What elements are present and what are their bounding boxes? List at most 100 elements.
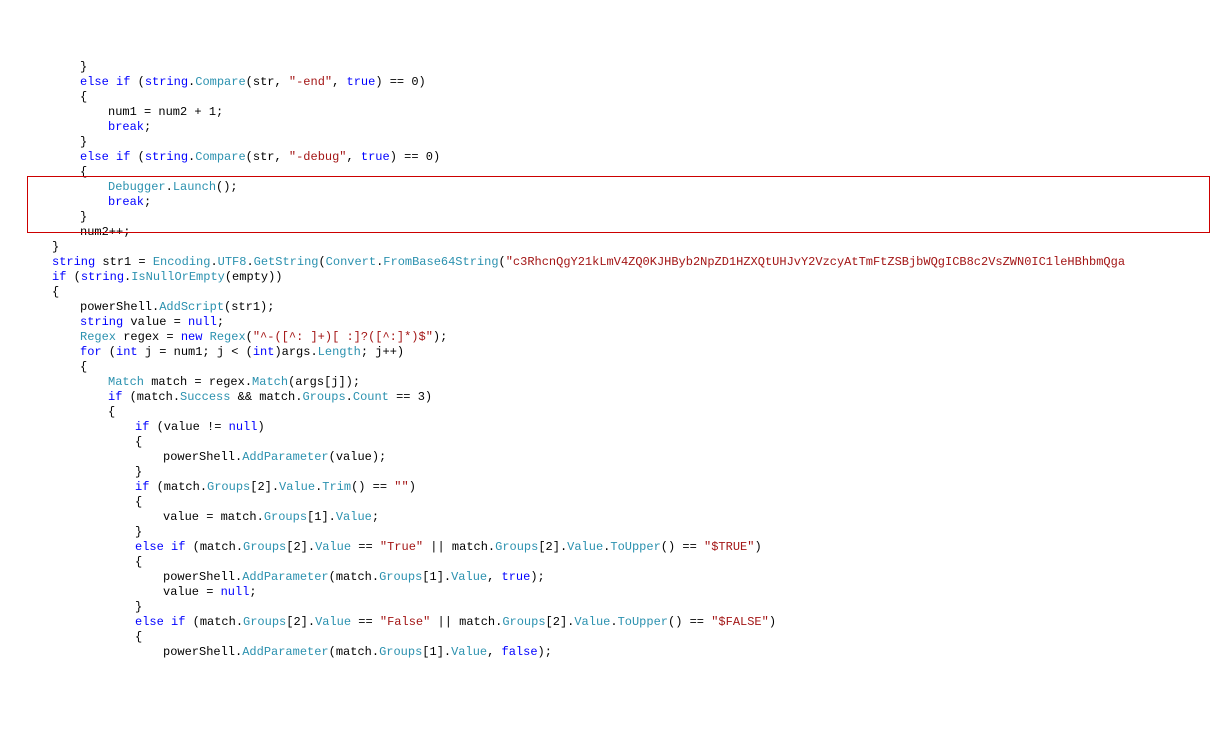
code-token: for xyxy=(80,345,102,359)
code-token: Compare xyxy=(195,150,245,164)
code-line: { xyxy=(0,90,1211,105)
code-token: (str, xyxy=(246,150,289,164)
code-token: == xyxy=(351,615,380,629)
code-line: powerShell.AddParameter(value); xyxy=(0,450,1211,465)
code-token: Launch xyxy=(173,180,216,194)
code-token: Groups xyxy=(302,390,345,404)
code-line: } xyxy=(0,465,1211,480)
code-line: string value = null; xyxy=(0,315,1211,330)
code-token: Value xyxy=(315,540,351,554)
code-line: else if (match.Groups[2].Value == "False… xyxy=(0,615,1211,630)
code-line: value = null; xyxy=(0,585,1211,600)
code-token: { xyxy=(80,90,87,104)
code-token: 0 xyxy=(411,75,418,89)
code-token: } xyxy=(135,525,142,539)
code-token: ) xyxy=(433,150,440,164)
code-line: Regex regex = new Regex("^-([^: ]+)[ :]?… xyxy=(0,330,1211,345)
code-token: else if xyxy=(135,615,185,629)
code-token: . xyxy=(246,255,253,269)
code-line: for (int j = num1; j < (int)args.Length;… xyxy=(0,345,1211,360)
code-token: { xyxy=(80,360,87,374)
code-token: } xyxy=(52,240,59,254)
code-token: Count xyxy=(353,390,389,404)
code-token: . xyxy=(210,255,217,269)
code-token: true xyxy=(502,570,531,584)
code-line: } xyxy=(0,135,1211,150)
code-line: } xyxy=(0,210,1211,225)
code-token: ) xyxy=(419,75,426,89)
code-token: value = xyxy=(123,315,188,329)
code-token: Value xyxy=(336,510,372,524)
code-token: ( xyxy=(130,75,144,89)
code-line: break; xyxy=(0,120,1211,135)
code-token: Success xyxy=(180,390,230,404)
code-token: Convert xyxy=(326,255,376,269)
code-token: num2++; xyxy=(80,225,130,239)
code-token: () == xyxy=(661,540,704,554)
code-token: Regex xyxy=(210,330,246,344)
code-line: powerShell.AddParameter(match.Groups[1].… xyxy=(0,645,1211,660)
code-token: powerShell. xyxy=(163,450,242,464)
code-token: AddParameter xyxy=(242,570,328,584)
code-view: }else if (string.Compare(str, "-end", tr… xyxy=(0,60,1211,660)
code-token: (empty)) xyxy=(225,270,283,284)
code-line: break; xyxy=(0,195,1211,210)
code-token: j = num1; j < ( xyxy=(138,345,253,359)
code-token: "-debug" xyxy=(289,150,347,164)
code-token: { xyxy=(135,495,142,509)
code-token: ]. xyxy=(553,540,567,554)
code-token: 2 xyxy=(293,540,300,554)
code-token: "" xyxy=(394,480,408,494)
code-token: ]. xyxy=(301,615,315,629)
code-token: Groups xyxy=(379,570,422,584)
code-token: null xyxy=(188,315,217,329)
code-token: ]. xyxy=(437,570,451,584)
code-token: ; xyxy=(249,585,256,599)
code-token: value = xyxy=(163,585,221,599)
code-token: num1 = num2 + xyxy=(108,105,209,119)
code-token: || match. xyxy=(430,615,502,629)
code-line: { xyxy=(0,165,1211,180)
code-token: Trim xyxy=(322,480,351,494)
code-token: int xyxy=(253,345,275,359)
code-line: powerShell.AddScript(str1); xyxy=(0,300,1211,315)
code-token: (value != xyxy=(149,420,228,434)
code-token: break xyxy=(108,120,144,134)
code-token: "$TRUE" xyxy=(704,540,754,554)
code-token: ; xyxy=(216,105,223,119)
code-line: else if (match.Groups[2].Value == "True"… xyxy=(0,540,1211,555)
code-token: . xyxy=(166,180,173,194)
code-line: { xyxy=(0,285,1211,300)
code-token: ; xyxy=(144,120,151,134)
code-token: true xyxy=(361,150,390,164)
code-token: match = regex. xyxy=(144,375,252,389)
code-token: 1 xyxy=(209,105,216,119)
code-token: ) xyxy=(754,540,761,554)
code-token: true xyxy=(347,75,376,89)
code-token: Value xyxy=(279,480,315,494)
code-token: } xyxy=(135,465,142,479)
code-token: powerShell. xyxy=(163,645,242,659)
code-token: { xyxy=(135,435,142,449)
code-token: Value xyxy=(567,540,603,554)
code-token xyxy=(202,330,209,344)
code-line: { xyxy=(0,630,1211,645)
code-line: num1 = num2 + 1; xyxy=(0,105,1211,120)
code-token: 2 xyxy=(293,615,300,629)
code-token: { xyxy=(52,285,59,299)
code-token: ); xyxy=(530,570,544,584)
code-token: if xyxy=(135,420,149,434)
code-token: string xyxy=(145,150,188,164)
code-token: powerShell. xyxy=(80,300,159,314)
code-token: . xyxy=(610,615,617,629)
code-token: (); xyxy=(216,180,238,194)
code-token: ToUpper xyxy=(618,615,668,629)
code-token: } xyxy=(80,210,87,224)
code-token: ; xyxy=(144,195,151,209)
code-token: break xyxy=(108,195,144,209)
code-token: Groups xyxy=(502,615,545,629)
code-token: (match. xyxy=(122,390,180,404)
code-token: regex = xyxy=(116,330,181,344)
code-token: 3 xyxy=(418,390,425,404)
code-token: && match. xyxy=(230,390,302,404)
